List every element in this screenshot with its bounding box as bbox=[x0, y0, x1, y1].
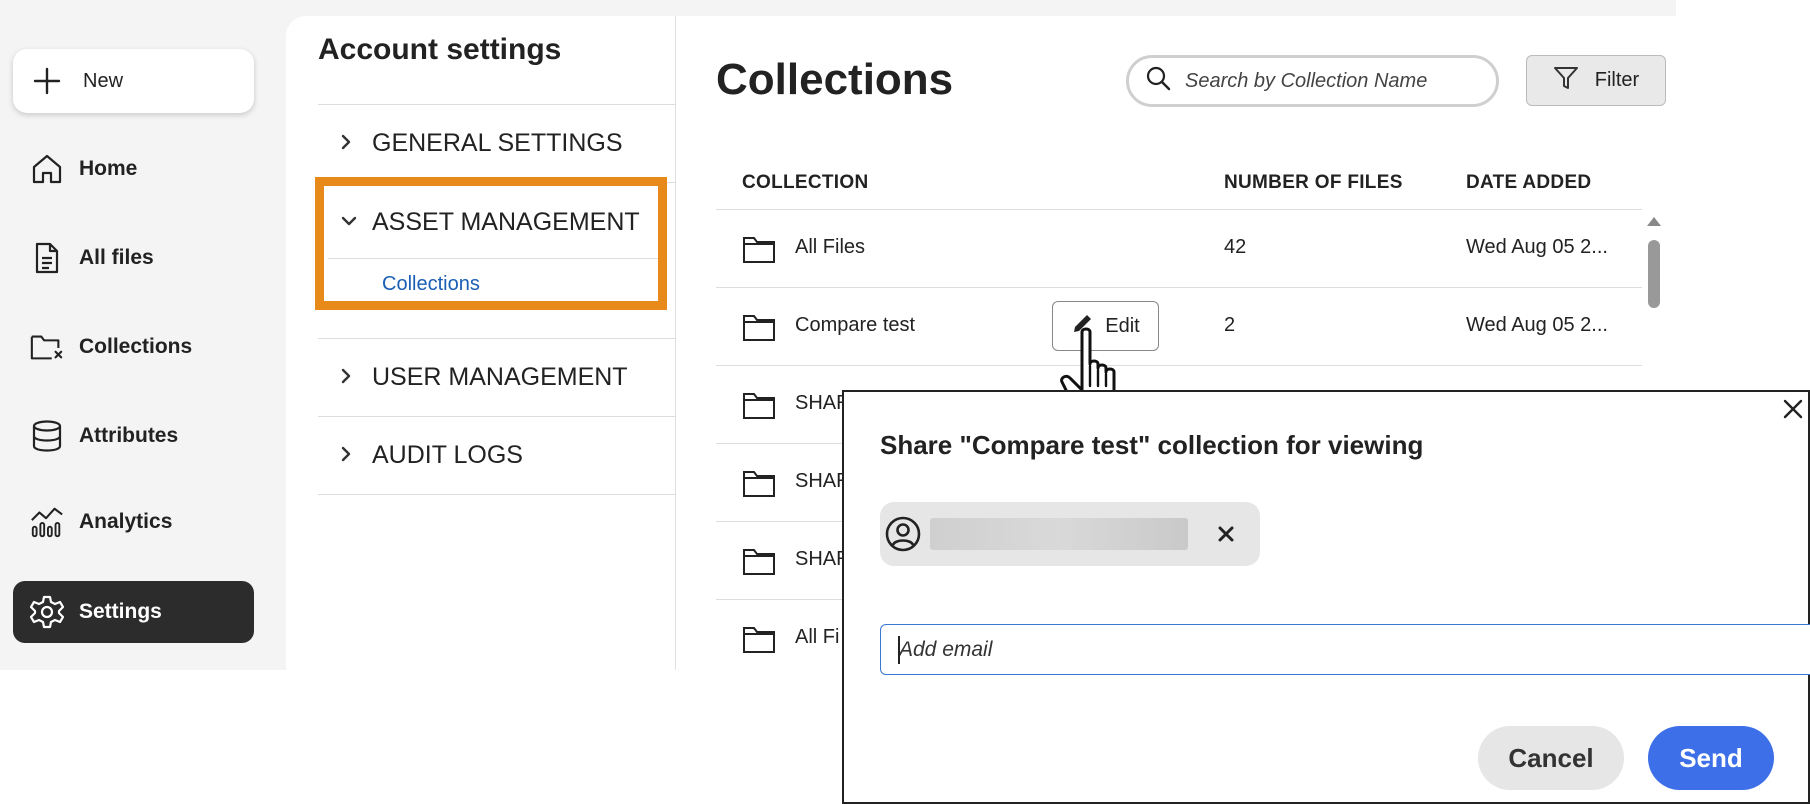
section-user-management[interactable]: USER MANAGEMENT bbox=[318, 339, 676, 417]
sidebar-item-all-files[interactable]: All files bbox=[13, 227, 254, 289]
chevron-right-icon bbox=[340, 443, 358, 469]
account-settings-title: Account settings bbox=[318, 33, 562, 66]
recipient-chip bbox=[880, 502, 1260, 566]
sidebar-item-label: All files bbox=[79, 246, 154, 269]
highlight-box bbox=[315, 177, 667, 310]
table-row[interactable]: All Files 42 Wed Aug 05 2... bbox=[716, 210, 1642, 288]
new-button[interactable]: New bbox=[13, 49, 254, 113]
document-icon bbox=[29, 240, 65, 276]
folder-icon bbox=[742, 390, 776, 420]
folder-icon bbox=[742, 624, 776, 654]
date-added: Wed Aug 05 2... bbox=[1466, 236, 1608, 258]
sidebar-item-attributes[interactable]: Attributes bbox=[13, 405, 254, 467]
sidebar-item-label: Home bbox=[79, 157, 138, 180]
sidebar-item-label: Collections bbox=[79, 335, 193, 358]
send-button[interactable]: Send bbox=[1648, 726, 1774, 790]
plus-icon bbox=[29, 63, 65, 99]
search-placeholder: Search by Collection Name bbox=[1185, 69, 1428, 92]
folder-icon bbox=[742, 234, 776, 264]
cancel-button[interactable]: Cancel bbox=[1478, 726, 1624, 790]
collections-folder-icon bbox=[29, 329, 65, 365]
analytics-icon bbox=[29, 504, 65, 540]
scroll-up-arrow[interactable] bbox=[1647, 217, 1661, 226]
close-icon[interactable] bbox=[1779, 395, 1807, 423]
column-header-collection[interactable]: COLLECTION bbox=[742, 172, 869, 194]
folder-icon bbox=[742, 546, 776, 576]
file-count: 42 bbox=[1224, 236, 1247, 258]
collection-name: All Files bbox=[795, 236, 866, 258]
section-audit-logs[interactable]: AUDIT LOGS bbox=[318, 417, 676, 495]
sidebar-item-label: Analytics bbox=[79, 510, 173, 533]
chevron-right-icon bbox=[340, 365, 358, 391]
text-caret bbox=[898, 636, 900, 664]
filter-label: Filter bbox=[1594, 69, 1640, 91]
search-icon bbox=[1145, 65, 1171, 97]
chevron-right-icon bbox=[340, 131, 358, 157]
new-button-label: New bbox=[83, 69, 124, 92]
gear-icon bbox=[29, 594, 65, 630]
sidebar-item-label: Attributes bbox=[79, 424, 179, 447]
file-count: 2 bbox=[1224, 314, 1236, 336]
search-box[interactable]: Search by Collection Name bbox=[1126, 55, 1499, 107]
column-header-number-of-files[interactable]: NUMBER OF FILES bbox=[1224, 172, 1403, 194]
sidebar-item-collections[interactable]: Collections bbox=[13, 316, 254, 378]
home-icon bbox=[29, 151, 65, 187]
remove-recipient-icon[interactable] bbox=[1214, 522, 1238, 546]
page-title: Collections bbox=[716, 55, 954, 104]
filter-button[interactable]: Filter bbox=[1526, 55, 1666, 106]
email-input[interactable] bbox=[880, 624, 1810, 675]
column-header-date-added[interactable]: DATE ADDED bbox=[1466, 172, 1591, 194]
collection-name: Compare test bbox=[795, 314, 916, 336]
scrollbar-thumb[interactable] bbox=[1648, 240, 1660, 308]
database-icon bbox=[29, 418, 65, 454]
sidebar-item-home[interactable]: Home bbox=[13, 138, 254, 200]
share-dialog: Share "Compare test" collection for view… bbox=[842, 390, 1810, 804]
sidebar-item-analytics[interactable]: Analytics bbox=[13, 491, 254, 553]
section-label: GENERAL SETTINGS bbox=[372, 129, 623, 157]
table-row[interactable]: Compare test 2 Wed Aug 05 2... bbox=[716, 288, 1642, 366]
sidebar-item-label: Settings bbox=[79, 600, 162, 623]
redacted-email bbox=[930, 518, 1188, 550]
filter-icon bbox=[1553, 65, 1579, 97]
sidebar-item-settings[interactable]: Settings bbox=[13, 581, 254, 643]
date-added: Wed Aug 05 2... bbox=[1466, 314, 1608, 336]
folder-icon bbox=[742, 468, 776, 498]
user-avatar-icon bbox=[884, 515, 922, 553]
section-general-settings[interactable]: GENERAL SETTINGS bbox=[318, 105, 676, 183]
collection-name: All Fi bbox=[795, 626, 840, 648]
folder-icon bbox=[742, 312, 776, 342]
dialog-title: Share "Compare test" collection for view… bbox=[880, 430, 1424, 460]
section-label: USER MANAGEMENT bbox=[372, 363, 628, 391]
section-label: AUDIT LOGS bbox=[372, 441, 523, 469]
